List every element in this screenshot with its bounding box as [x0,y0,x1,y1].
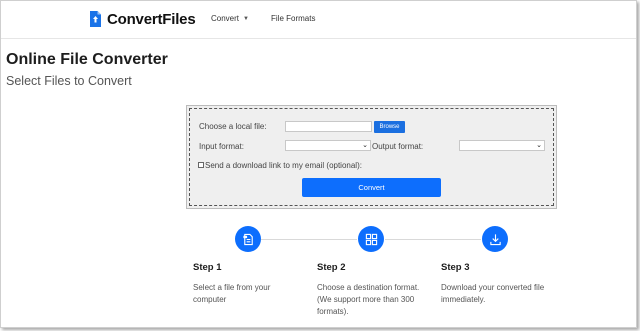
input-format-label: Input format: [199,142,244,151]
step-connector [261,239,357,240]
file-input[interactable] [285,121,372,132]
file-icon [242,233,253,245]
brand-logo[interactable]: ConvertFiles [89,10,196,28]
step-2-title: Step 2 [317,262,346,273]
step-3-title: Step 3 [441,262,470,273]
nav-file-formats-label: File Formats [271,14,316,23]
output-format-select[interactable]: ⌄ [459,140,545,151]
page-title: Online File Converter [6,51,168,68]
step-2-description: Choose a destination format. (We support… [317,283,420,316]
file-convert-icon [90,11,101,27]
page-subtitle: Select Files to Convert [6,74,132,88]
nav-file-formats[interactable]: File Formats [271,14,315,23]
local-file-label: Choose a local file: [199,122,267,131]
convert-button[interactable]: Convert [302,178,441,197]
download-icon [489,233,501,245]
input-format-select[interactable]: ⌄ [285,140,371,151]
browser-frame: ConvertFiles Convert ▼ File Formats Onli… [0,0,637,328]
step-3-badge [482,226,508,252]
email-option-label: Send a download link to my email (option… [205,161,362,170]
email-checkbox[interactable] [198,162,204,168]
step-3-description: Download your converted file immediately… [441,283,545,304]
chevron-down-icon: ⌄ [536,142,542,149]
output-format-label: Output format: [372,142,424,151]
step-1-title: Step 1 [193,262,222,273]
nav-convert-label: Convert [211,14,240,23]
grid-icon [365,233,377,245]
browse-button[interactable]: Browse [374,121,405,133]
brand-name: ConvertFiles [107,10,196,28]
step-2-badge [358,226,384,252]
site-header: ConvertFiles Convert ▼ File Formats [1,1,636,39]
chevron-down-icon: ⌄ [362,142,368,149]
step-1-badge [235,226,261,252]
chevron-down-icon: ▼ [243,15,249,22]
step-1-description: Select a file from your computer [193,283,271,304]
nav-convert[interactable]: Convert ▼ [211,14,249,23]
step-connector [385,239,481,240]
